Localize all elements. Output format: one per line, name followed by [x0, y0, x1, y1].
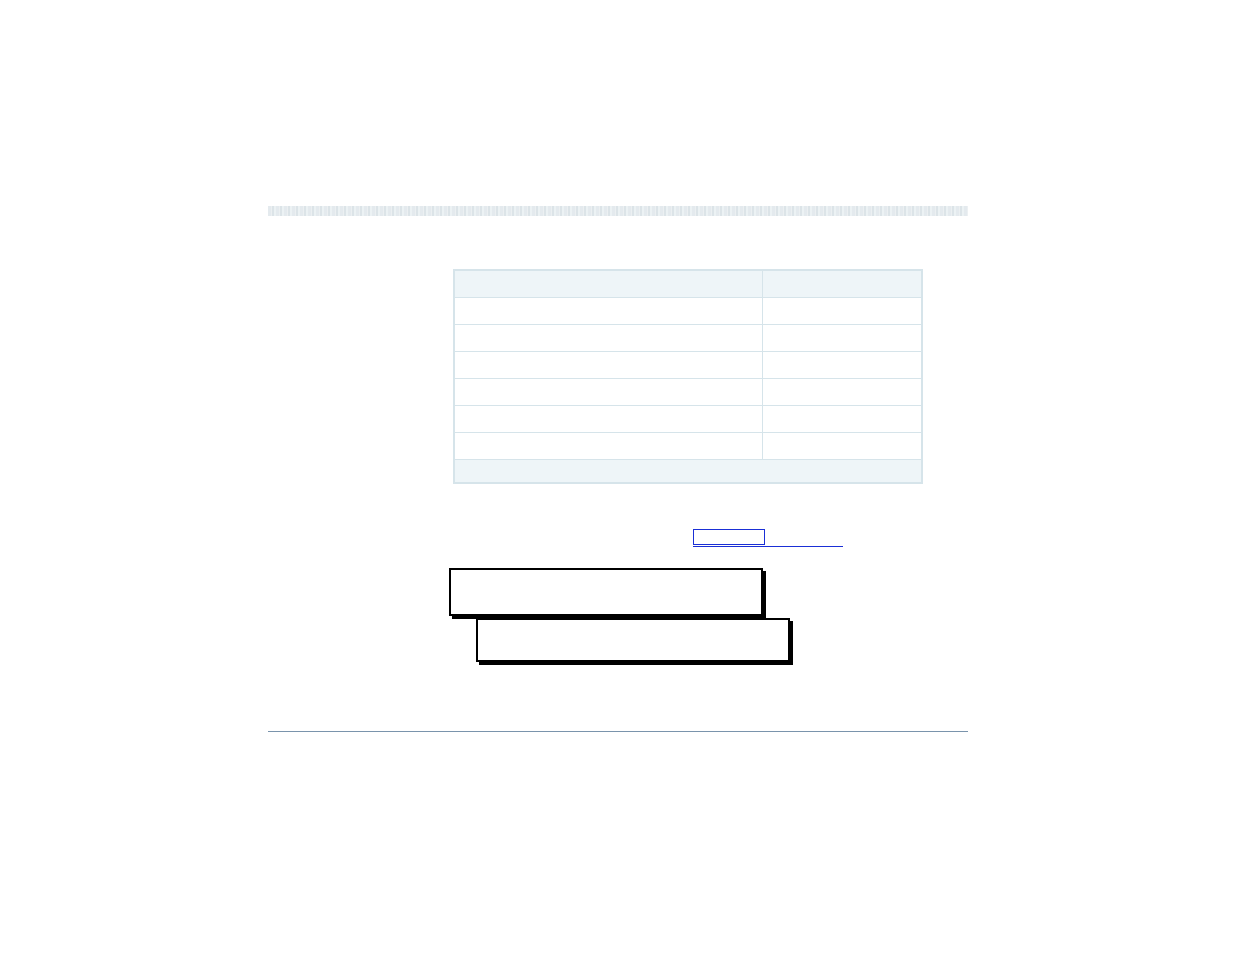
callout-box-2 [476, 618, 790, 662]
table-cell [763, 432, 922, 459]
data-table [453, 269, 923, 484]
table-cell [454, 432, 763, 459]
table-cell [454, 324, 763, 351]
table-row [454, 405, 922, 432]
table-cell [454, 297, 763, 324]
table-footer-cell [454, 459, 922, 483]
table-cell [763, 405, 922, 432]
banner-strip [268, 206, 968, 216]
table-cell [454, 378, 763, 405]
table-row [454, 378, 922, 405]
table-row [454, 297, 922, 324]
table-header-col2 [763, 270, 922, 297]
table-cell [454, 351, 763, 378]
table-row [454, 432, 922, 459]
link-underline [693, 546, 843, 547]
link-box[interactable] [693, 529, 765, 545]
table-cell [763, 378, 922, 405]
table-footer-row [454, 459, 922, 483]
table-cell [763, 351, 922, 378]
divider [268, 731, 968, 732]
table-row [454, 351, 922, 378]
callout-box-1 [449, 568, 763, 616]
table-cell [763, 324, 922, 351]
table-cell [763, 297, 922, 324]
table-header-col1 [454, 270, 763, 297]
table-row [454, 324, 922, 351]
table-header-row [454, 270, 922, 297]
table-cell [454, 405, 763, 432]
